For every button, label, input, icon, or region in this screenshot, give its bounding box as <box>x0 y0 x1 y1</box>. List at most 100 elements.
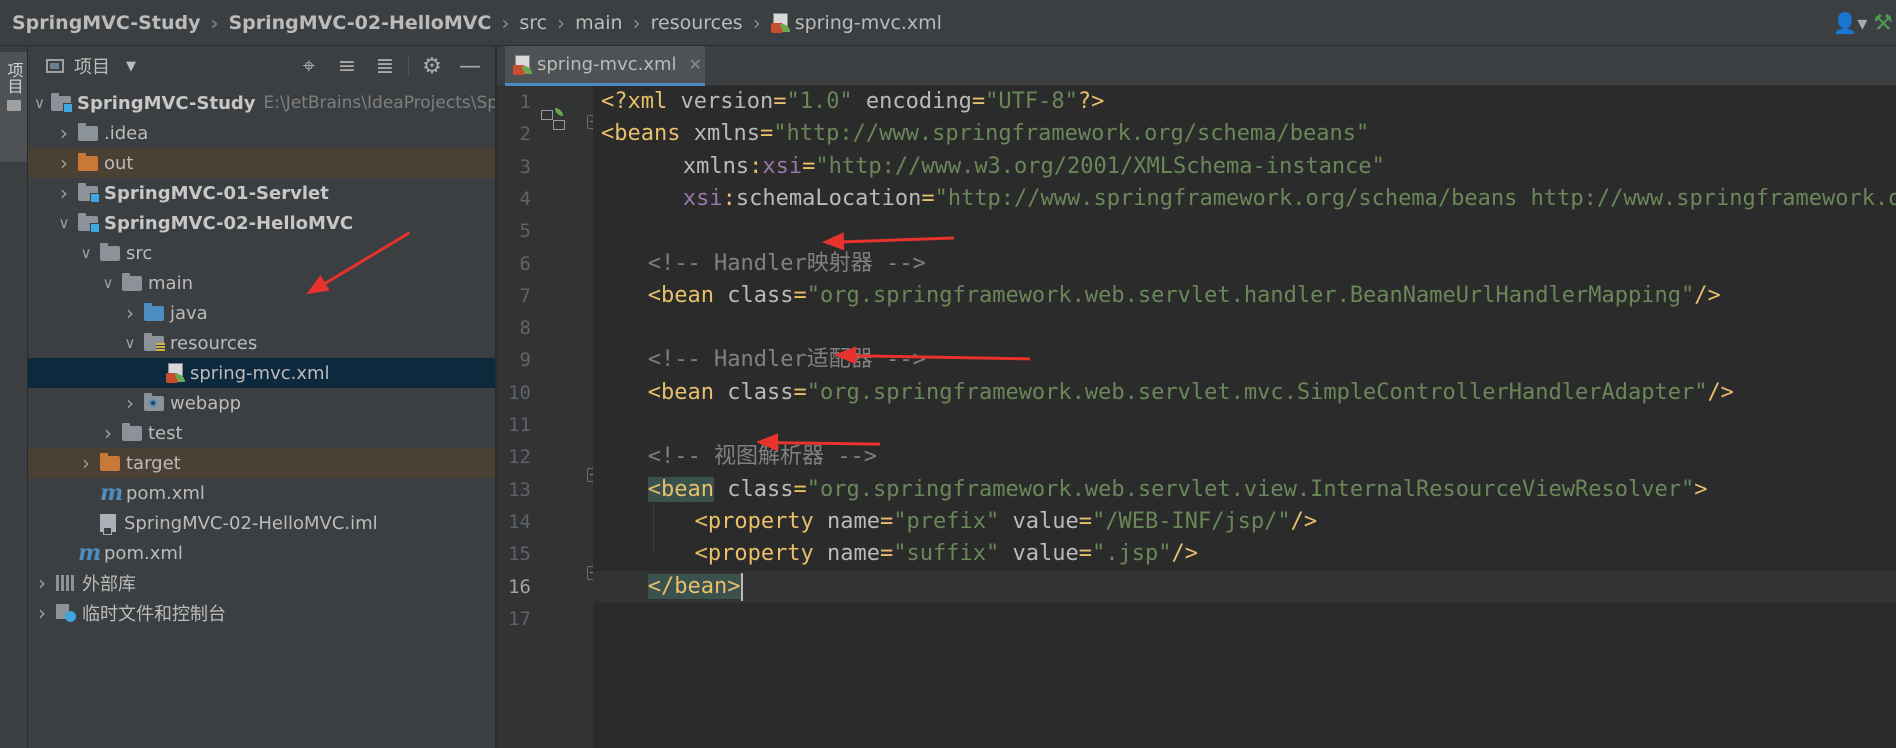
code-token: xsi <box>682 185 723 211</box>
code-token: class <box>727 379 794 405</box>
code-line: <bean class="org.springframework.web.ser… <box>648 377 1734 409</box>
hide-icon[interactable]: — <box>451 54 489 79</box>
tree-item[interactable]: ›spring-mvc.xml <box>28 358 495 388</box>
breadcrumb-label: resources <box>650 11 743 34</box>
tree-item[interactable]: ∨ SpringMVC-02-HelloMVC <box>28 208 495 238</box>
code-token: /> <box>1290 508 1318 534</box>
chevron-down-icon[interactable]: ∨ <box>34 94 45 112</box>
line-number: 15 <box>508 543 531 566</box>
tab-spring-mvc-xml[interactable]: spring-mvc.xml ✕ <box>505 46 705 86</box>
chevron-down-icon[interactable]: ▼ <box>126 59 136 74</box>
chevron-right-icon[interactable]: › <box>122 301 138 325</box>
locate-icon[interactable]: ⌖ <box>290 54 328 79</box>
maven-icon: m <box>78 540 102 566</box>
code-line: <bean class="org.springframework.web.ser… <box>647 474 1707 506</box>
project-panel-title[interactable]: 项目 <box>74 53 110 79</box>
line-number: 6 <box>519 252 531 275</box>
tree-item[interactable]: ∨ SpringMVC-Study E:\JetBrains\IdeaProject… <box>28 88 495 118</box>
tree-item-label: src <box>126 242 153 264</box>
code-token: <bean <box>647 476 715 502</box>
tree-item[interactable]: › 外部库 <box>28 568 495 598</box>
annotation-arrow <box>825 236 954 244</box>
tree-item[interactable]: › .idea <box>28 118 495 148</box>
code-line: <property name="prefix" value="/WEB-INF/… <box>695 506 1318 538</box>
code-token: = <box>793 476 807 502</box>
spring-bean-gutter-icon[interactable] <box>541 108 567 132</box>
tree-item[interactable]: ∨ src <box>28 238 495 268</box>
line-number: 3 <box>519 155 531 178</box>
breadcrumb-label: src <box>519 11 548 34</box>
code-token: <bean <box>647 282 728 308</box>
tree-item[interactable]: › out <box>28 148 495 178</box>
tree-item[interactable]: › test <box>28 418 495 448</box>
breadcrumb-label: SpringMVC-02-HelloMVC <box>228 11 492 34</box>
tree-item[interactable]: ∨ main <box>28 268 495 298</box>
folder-icon <box>122 272 142 291</box>
breadcrumb-item[interactable]: SpringMVC-Study <box>12 12 200 34</box>
code-line: xmlns:xsi="http://www.w3.org/2001/XMLSch… <box>683 151 1385 183</box>
chevron-right-icon[interactable]: › <box>56 181 72 205</box>
tree-item[interactable]: › SpringMVC-01-Servlet <box>28 178 495 208</box>
chevron-down-icon[interactable]: ∨ <box>78 244 94 262</box>
line-number: 2 <box>519 123 531 146</box>
breadcrumb-separator: › <box>557 10 566 35</box>
tree-item[interactable]: ›mpom.xml <box>28 478 495 508</box>
code-editor[interactable]: <?xml version="1.0" encoding="UTF-8"?> <b… <box>593 86 1896 748</box>
code-token: : <box>749 153 763 179</box>
breadcrumb-item[interactable]: spring-mvc.xml <box>770 12 942 34</box>
tree-item-label: 外部库 <box>82 574 136 595</box>
code-token: "suffix" <box>893 541 1000 567</box>
project-tool-window-button[interactable]: 项目 <box>0 52 27 162</box>
toolbar-divider <box>408 55 409 77</box>
tree-item[interactable]: › 临时文件和控制台 <box>28 598 495 628</box>
tree-item[interactable]: ›SpringMVC-02-HelloMVC.iml <box>28 508 495 538</box>
breadcrumb-separator: › <box>752 10 761 35</box>
breadcrumb-item[interactable]: main <box>575 12 622 34</box>
chevron-right-icon[interactable]: › <box>100 421 116 445</box>
code-token: "1.0" <box>786 89 853 114</box>
tree-item-label: SpringMVC-02-HelloMVC.iml <box>124 512 378 534</box>
close-icon[interactable]: ✕ <box>689 55 702 74</box>
iml-file-icon <box>100 514 116 535</box>
code-token: <!-- Handler适配器 --> <box>647 347 926 373</box>
breadcrumb-label: main <box>575 11 623 34</box>
tree-item-label: out <box>104 152 134 174</box>
code-token: /> <box>1707 379 1734 405</box>
xml-file-icon <box>166 363 186 383</box>
chevron-right-icon[interactable]: › <box>34 601 50 625</box>
chevron-right-icon[interactable]: › <box>78 451 94 475</box>
editor-tab-bar: spring-mvc.xml ✕ <box>497 46 1896 86</box>
breadcrumb-item[interactable]: resources <box>651 12 743 34</box>
chevron-right-icon[interactable]: › <box>34 571 50 595</box>
expand-all-icon[interactable]: ≡ <box>328 54 366 79</box>
project-panel-header: 项目 ▼ ⌖ ≡ ≣ ⚙ — <box>28 46 495 86</box>
code-token: <beans <box>601 121 694 147</box>
code-token: <property <box>694 508 828 534</box>
user-icon[interactable]: 👤▾ <box>1830 8 1870 38</box>
hammer-icon[interactable]: ⚒ <box>1870 8 1896 38</box>
chevron-right-icon[interactable]: › <box>56 151 72 175</box>
project-panel: 项目 ▼ ⌖ ≡ ≣ ⚙ — ∨ SpringMVC-Study E:\JetBra… <box>28 46 496 748</box>
breadcrumb-item[interactable]: SpringMVC-02-HelloMVC <box>228 12 491 34</box>
breadcrumb-separator: › <box>501 10 510 35</box>
gear-icon[interactable]: ⚙ <box>413 54 451 79</box>
breadcrumb-item[interactable]: src <box>519 12 547 34</box>
tree-item[interactable]: › java <box>28 298 495 328</box>
tree-item[interactable]: ∨ resources <box>28 328 495 358</box>
chevron-right-icon[interactable]: › <box>56 121 72 145</box>
tree-item[interactable]: ›mpom.xml <box>28 538 495 568</box>
tree-item[interactable]: › webapp <box>28 388 495 418</box>
chevron-down-icon[interactable]: ∨ <box>122 334 138 352</box>
folder-icon <box>6 100 21 111</box>
text-caret <box>740 572 743 601</box>
chevron-down-icon[interactable]: ∨ <box>100 274 116 292</box>
code-token: <?xml <box>601 89 681 114</box>
excluded-folder-icon <box>100 452 120 471</box>
chevron-down-icon[interactable]: ∨ <box>56 214 72 232</box>
code-line: xsi:schemaLocation="http://www.springfra… <box>683 183 1896 215</box>
collapse-all-icon[interactable]: ≣ <box>366 54 404 79</box>
chevron-right-icon[interactable]: › <box>122 391 138 415</box>
tree-item[interactable]: › target <box>28 448 495 478</box>
code-token: <!-- Handler映射器 --> <box>647 250 926 276</box>
tree-item-label: resources <box>170 332 258 354</box>
